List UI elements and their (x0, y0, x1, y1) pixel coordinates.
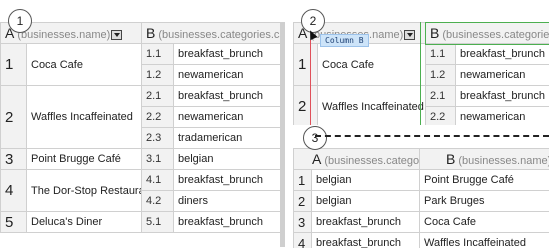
row-number: 2 (294, 86, 318, 126)
column-letter: B (146, 25, 155, 41)
category-cell[interactable]: diners (174, 191, 286, 212)
row-number: 2 (294, 191, 312, 212)
column-letter: A (312, 151, 321, 167)
table-row: 4The Dor-Stop Restaurant4.1breakfast_bru… (1, 170, 286, 191)
sub-row-number: 1.2 (426, 65, 456, 86)
table-row: 5Deluca's Diner5.1breakfast_brunch (1, 212, 286, 233)
column-path: (businesses.categories.cate (158, 29, 285, 41)
sub-row-number: 2.2 (426, 107, 456, 126)
step-3-marker: 3 (303, 126, 327, 150)
column-menu-icon[interactable] (111, 30, 122, 40)
row-number: 2 (1, 86, 27, 149)
drop-indicator-right (420, 22, 421, 125)
table-row: 3breakfast_brunchCoca Cafe (294, 212, 549, 233)
business-name-cell[interactable]: Park Bruges (420, 191, 549, 212)
column-letter: B (430, 25, 439, 41)
table-row: 3Point Brugge Café3.1belgian (1, 149, 286, 170)
category-cell[interactable]: breakfast_brunch (456, 86, 549, 107)
category-cell[interactable]: breakfast_brunch (174, 170, 286, 191)
column-path: (businesses.name) (17, 29, 110, 41)
category-cell[interactable]: tradamerican (174, 128, 286, 149)
sub-row-number: 2.1 (426, 86, 456, 107)
column-a-header[interactable]: A(businesses.categor (294, 149, 420, 170)
row-number: 5 (1, 212, 27, 233)
drop-indicator-left (310, 40, 311, 125)
table-row: 2Waffles Incaffeinated2.1breakfast_brunc… (294, 86, 549, 107)
row-number: 3 (1, 149, 27, 170)
category-cell[interactable]: belgian (174, 149, 286, 170)
column-b-header[interactable]: B(businesses.name) (420, 149, 549, 170)
panel-divider (315, 135, 549, 137)
step-1-marker: 1 (8, 9, 32, 33)
business-name-cell[interactable]: Point Brugge Café (420, 170, 549, 191)
row-number: 3 (294, 212, 312, 233)
business-name-cell[interactable]: Coca Cafe (27, 44, 142, 86)
category-cell[interactable]: newamerican (456, 65, 549, 86)
business-name-cell[interactable]: Coca Cafe (318, 44, 426, 86)
flat-table-panel: 3 A(businesses.categor B(businesses.name… (293, 125, 549, 248)
row-number: 1 (294, 44, 318, 86)
category-cell[interactable]: newamerican (174, 107, 286, 128)
sub-row-number: 4.2 (142, 191, 174, 212)
column-letter: B (446, 151, 455, 167)
row-number: 1 (1, 44, 27, 86)
table-row: 1belgianPoint Brugge Café (294, 170, 549, 191)
business-name-cell[interactable]: Waffles Incaffeinated (420, 233, 549, 248)
business-name-cell[interactable]: The Dor-Stop Restaurant (27, 170, 142, 212)
category-cell[interactable]: breakfast_brunch (174, 44, 286, 65)
column-path: (businesses.categories.cate (442, 29, 549, 41)
row-number: 4 (1, 170, 27, 212)
sub-row-number: 1.1 (426, 44, 456, 65)
sub-row-number: 2.2 (142, 107, 174, 128)
flat-table: A(businesses.categor B(businesses.name) … (293, 148, 549, 248)
table-row: 4breakfast_brunchWaffles Incaffeinated (294, 233, 549, 248)
table-row: 2Waffles Incaffeinated2.1breakfast_brunc… (1, 86, 286, 107)
category-cell[interactable]: belgian (312, 191, 420, 212)
nested-table: A(businesses.name) B(businesses.categori… (0, 22, 285, 233)
table-row: 1Coca Cafe1.1breakfast_brunch (1, 44, 286, 65)
column-b-header[interactable]: B(businesses.categories.cate (142, 23, 286, 44)
category-cell[interactable]: breakfast_brunch (174, 86, 286, 107)
sub-row-number: 1.1 (142, 44, 174, 65)
column-select-panel: 2 A(businesses.name) B(businesses.catego… (293, 0, 549, 125)
column-path: (businesses.name) (458, 155, 549, 167)
column-menu-icon[interactable] (404, 30, 415, 40)
sub-row-number: 1.2 (142, 65, 174, 86)
business-name-cell[interactable]: Coca Cafe (420, 212, 549, 233)
category-cell[interactable]: belgian (312, 170, 420, 191)
nested-table-panel: 1 A(businesses.name) B(businesses.catego… (0, 0, 285, 247)
table-row: 2belgianPark Bruges (294, 191, 549, 212)
category-cell[interactable]: breakfast_brunch (312, 212, 420, 233)
sub-row-number: 4.1 (142, 170, 174, 191)
row-number: 4 (294, 233, 312, 248)
category-cell[interactable]: breakfast_brunch (174, 212, 286, 233)
business-name-cell[interactable]: Waffles Incaffeinated (318, 86, 426, 126)
category-cell[interactable]: breakfast_brunch (312, 233, 420, 248)
row-number: 1 (294, 170, 312, 191)
business-name-cell[interactable]: Deluca's Diner (27, 212, 142, 233)
category-cell[interactable]: newamerican (174, 65, 286, 86)
column-b-header[interactable]: B(businesses.categories.cate (426, 23, 549, 44)
sub-row-number: 5.1 (142, 212, 174, 233)
column-path: (businesses.categor (324, 155, 419, 167)
sub-row-number: 2.1 (142, 86, 174, 107)
drag-tooltip: Column B (320, 34, 369, 47)
sub-row-number: 2.3 (142, 128, 174, 149)
category-cell[interactable]: newamerican (456, 107, 549, 126)
sub-row-number: 3.1 (142, 149, 174, 170)
vertical-scrollbar[interactable] (280, 22, 285, 247)
category-cell[interactable]: breakfast_brunch (456, 44, 549, 65)
business-name-cell[interactable]: Waffles Incaffeinated (27, 86, 142, 149)
business-name-cell[interactable]: Point Brugge Café (27, 149, 142, 170)
